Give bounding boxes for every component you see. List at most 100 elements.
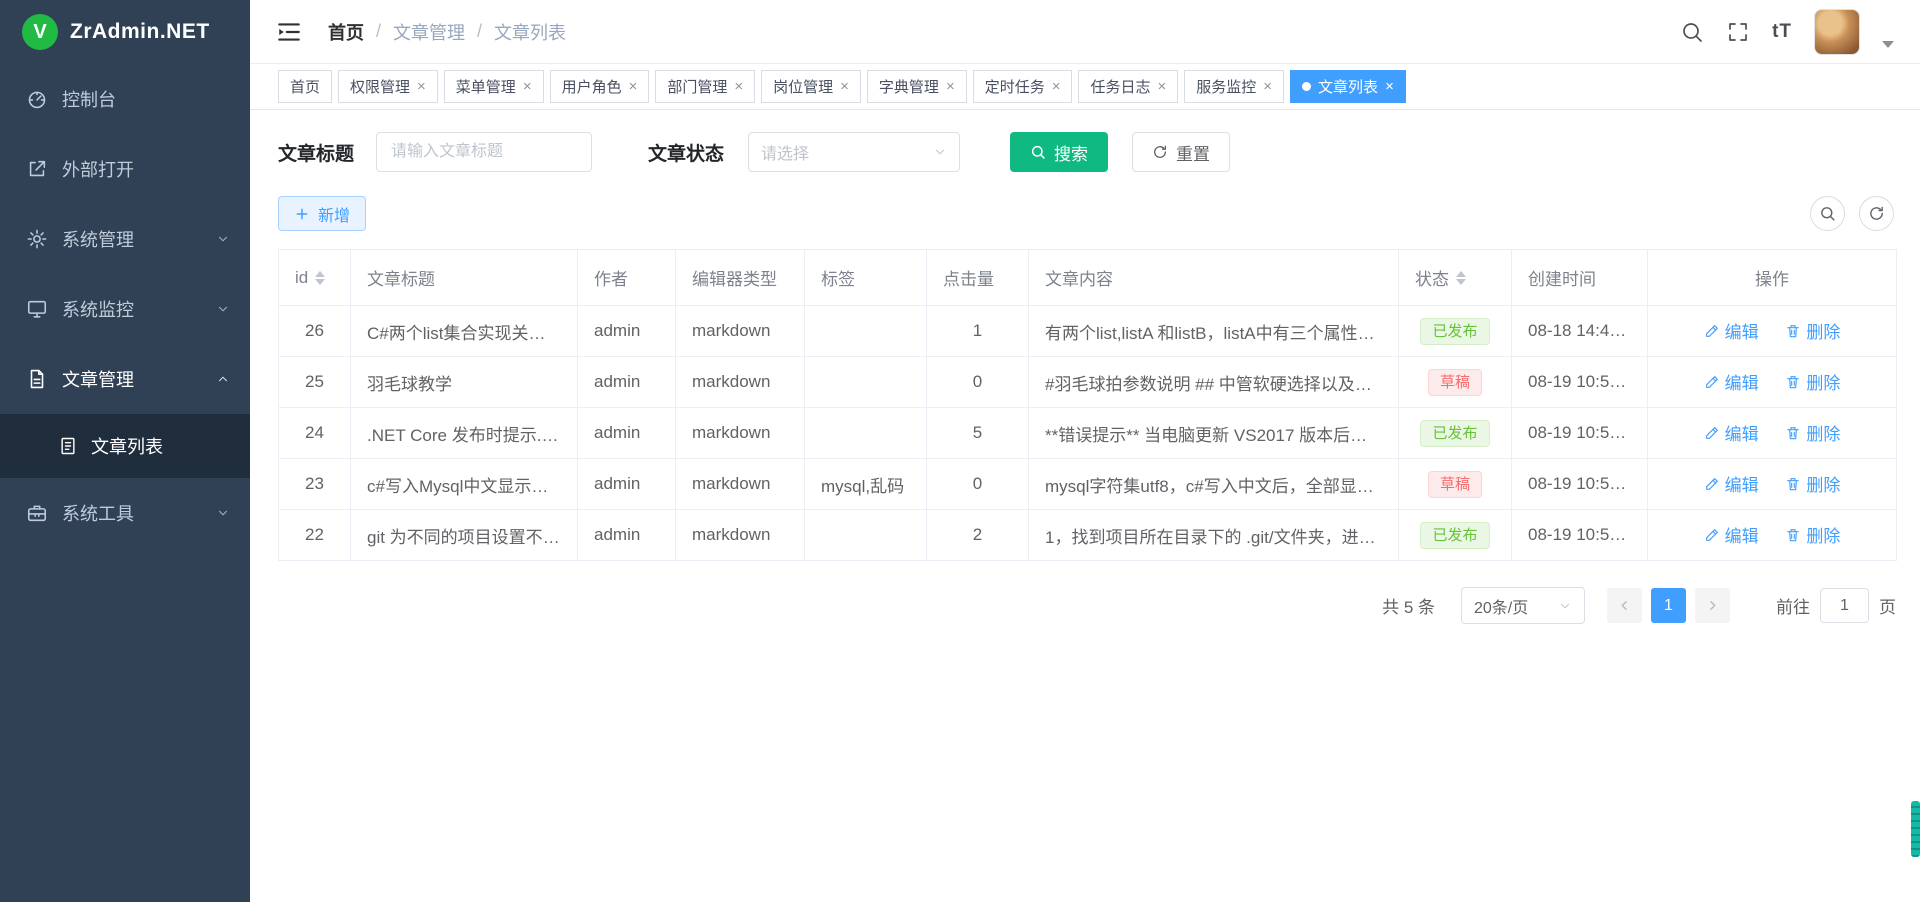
- edit-button[interactable]: 编辑: [1704, 369, 1759, 394]
- table-row[interactable]: 26 C#两个list集合实现关联，... admin markdown 1 有…: [279, 306, 1897, 357]
- goto-page-input[interactable]: [1820, 588, 1869, 623]
- close-icon[interactable]: ×: [734, 79, 743, 94]
- sidebar-item-system-management[interactable]: 系统管理: [0, 204, 250, 274]
- column-header-id[interactable]: id: [279, 250, 351, 306]
- cell-actions: 编辑 删除: [1648, 510, 1897, 561]
- close-icon[interactable]: ×: [946, 79, 955, 94]
- document-icon: [26, 368, 48, 390]
- table-row[interactable]: 22 git 为不同的项目设置不同... admin markdown 2 1，…: [279, 510, 1897, 561]
- cell-title: 羽毛球教学: [351, 357, 578, 408]
- table-row[interactable]: 25 羽毛球教学 admin markdown 0 #羽毛球拍参数说明 ## 中…: [279, 357, 1897, 408]
- tab-permission-management[interactable]: 权限管理 ×: [338, 70, 438, 103]
- toggle-search-icon[interactable]: [1810, 196, 1845, 231]
- cell-editor: markdown: [676, 306, 805, 357]
- column-header-editor-type: 编辑器类型: [676, 250, 805, 306]
- sort-icon[interactable]: [1456, 271, 1466, 285]
- close-icon[interactable]: ×: [1263, 79, 1272, 94]
- refresh-icon: [1152, 144, 1168, 160]
- gear-icon: [26, 228, 48, 250]
- tab-service-monitor[interactable]: 服务监控 ×: [1184, 70, 1284, 103]
- chevron-down-icon: [216, 506, 230, 520]
- sidebar-item-dashboard[interactable]: 控制台: [0, 64, 250, 134]
- close-icon[interactable]: ×: [1385, 79, 1394, 94]
- column-header-clicks: 点击量: [927, 250, 1029, 306]
- delete-button[interactable]: 删除: [1785, 522, 1840, 547]
- tab-article-list[interactable]: 文章列表 ×: [1290, 70, 1406, 103]
- close-icon[interactable]: ×: [840, 79, 849, 94]
- close-icon[interactable]: ×: [1158, 79, 1167, 94]
- breadcrumb-home[interactable]: 首页: [328, 19, 364, 45]
- column-header-content: 文章内容: [1029, 250, 1399, 306]
- column-header-actions: 操作: [1648, 250, 1897, 306]
- breadcrumb-article-list: 文章列表: [494, 19, 566, 45]
- sidebar-item-external-open[interactable]: 外部打开: [0, 134, 250, 204]
- edit-button[interactable]: 编辑: [1704, 318, 1759, 343]
- close-icon[interactable]: ×: [629, 79, 638, 94]
- tab-menu-management[interactable]: 菜单管理 ×: [444, 70, 544, 103]
- sidebar-item-article-management[interactable]: 文章管理: [0, 344, 250, 414]
- chevron-down-icon: [216, 302, 230, 316]
- breadcrumb-article-management[interactable]: 文章管理: [393, 19, 465, 45]
- edit-button[interactable]: 编辑: [1704, 420, 1759, 445]
- tab-post-management[interactable]: 岗位管理 ×: [761, 70, 861, 103]
- app-logo[interactable]: V ZrAdmin.NET: [0, 0, 250, 64]
- article-status-select[interactable]: 请选择: [748, 132, 960, 172]
- tab-department-management[interactable]: 部门管理 ×: [655, 70, 755, 103]
- tab-task-logs[interactable]: 任务日志 ×: [1078, 70, 1178, 103]
- delete-button[interactable]: 删除: [1785, 471, 1840, 496]
- table-row[interactable]: 24 .NET Core 发布时提示.NET... admin markdown…: [279, 408, 1897, 459]
- caret-down-icon[interactable]: [1882, 41, 1894, 48]
- cell-clicks: 5: [927, 408, 1029, 459]
- search-icon[interactable]: [1680, 20, 1704, 44]
- prev-page-button[interactable]: [1607, 588, 1642, 623]
- sidebar-collapse-icon[interactable]: [276, 19, 302, 45]
- chevron-left-icon: [1617, 598, 1632, 613]
- table-header-row: id 文章标题 作者 编辑器类型 标签 点击量 文章内容 状态 创: [279, 250, 1897, 306]
- sort-icon[interactable]: [315, 271, 325, 285]
- close-icon[interactable]: ×: [523, 79, 532, 94]
- cell-author: admin: [578, 510, 676, 561]
- delete-button[interactable]: 删除: [1785, 369, 1840, 394]
- chevron-down-icon: [1558, 599, 1572, 613]
- table-row[interactable]: 23 c#写入Mysql中文显示乱码 ... admin markdown my…: [279, 459, 1897, 510]
- table-toolbar: 新增: [278, 196, 1894, 231]
- tab-home[interactable]: 首页: [278, 70, 332, 103]
- chevron-up-icon: [216, 372, 230, 386]
- cell-author: admin: [578, 408, 676, 459]
- next-page-button[interactable]: [1695, 588, 1730, 623]
- reset-button[interactable]: 重置: [1132, 132, 1230, 172]
- cell-status: 草稿: [1399, 459, 1512, 510]
- cell-tags: [805, 306, 927, 357]
- tab-dict-management[interactable]: 字典管理 ×: [867, 70, 967, 103]
- tab-scheduled-tasks[interactable]: 定时任务 ×: [973, 70, 1073, 103]
- edit-button[interactable]: 编辑: [1704, 471, 1759, 496]
- fullscreen-icon[interactable]: [1726, 20, 1750, 44]
- cell-title: c#写入Mysql中文显示乱码 ...: [351, 459, 578, 510]
- close-icon[interactable]: ×: [417, 79, 426, 94]
- close-icon[interactable]: ×: [1052, 79, 1061, 94]
- column-header-status[interactable]: 状态: [1399, 250, 1512, 306]
- add-button[interactable]: 新增: [278, 196, 366, 231]
- dashboard-icon: [26, 88, 48, 110]
- delete-button[interactable]: 删除: [1785, 420, 1840, 445]
- font-size-icon[interactable]: tT: [1772, 20, 1792, 44]
- page-size-select[interactable]: 20条/页: [1461, 587, 1585, 624]
- delete-button[interactable]: 删除: [1785, 318, 1840, 343]
- sidebar-item-article-list[interactable]: 文章列表: [0, 414, 250, 478]
- sidebar: V ZrAdmin.NET 控制台 外部打开 系统管理: [0, 0, 250, 902]
- search-button[interactable]: 搜索: [1010, 132, 1108, 172]
- article-title-input[interactable]: [376, 132, 592, 172]
- sidebar-item-system-tools[interactable]: 系统工具: [0, 478, 250, 548]
- cell-clicks: 1: [927, 306, 1029, 357]
- page-number-1[interactable]: 1: [1651, 588, 1686, 623]
- cell-content: 有两个list,listA 和listB，listA中有三个属性列为St...: [1029, 306, 1399, 357]
- tab-user-roles[interactable]: 用户角色 ×: [550, 70, 650, 103]
- chevron-down-icon: [933, 145, 947, 159]
- edit-button[interactable]: 编辑: [1704, 522, 1759, 547]
- scrollbar-thumb[interactable]: [1911, 801, 1920, 857]
- app-title: ZrAdmin.NET: [70, 20, 210, 44]
- sidebar-item-system-monitor[interactable]: 系统监控: [0, 274, 250, 344]
- cell-content: mysql字符集utf8，c#写入中文后，全部显示成? ...: [1029, 459, 1399, 510]
- refresh-table-icon[interactable]: [1859, 196, 1894, 231]
- user-avatar[interactable]: [1814, 9, 1860, 55]
